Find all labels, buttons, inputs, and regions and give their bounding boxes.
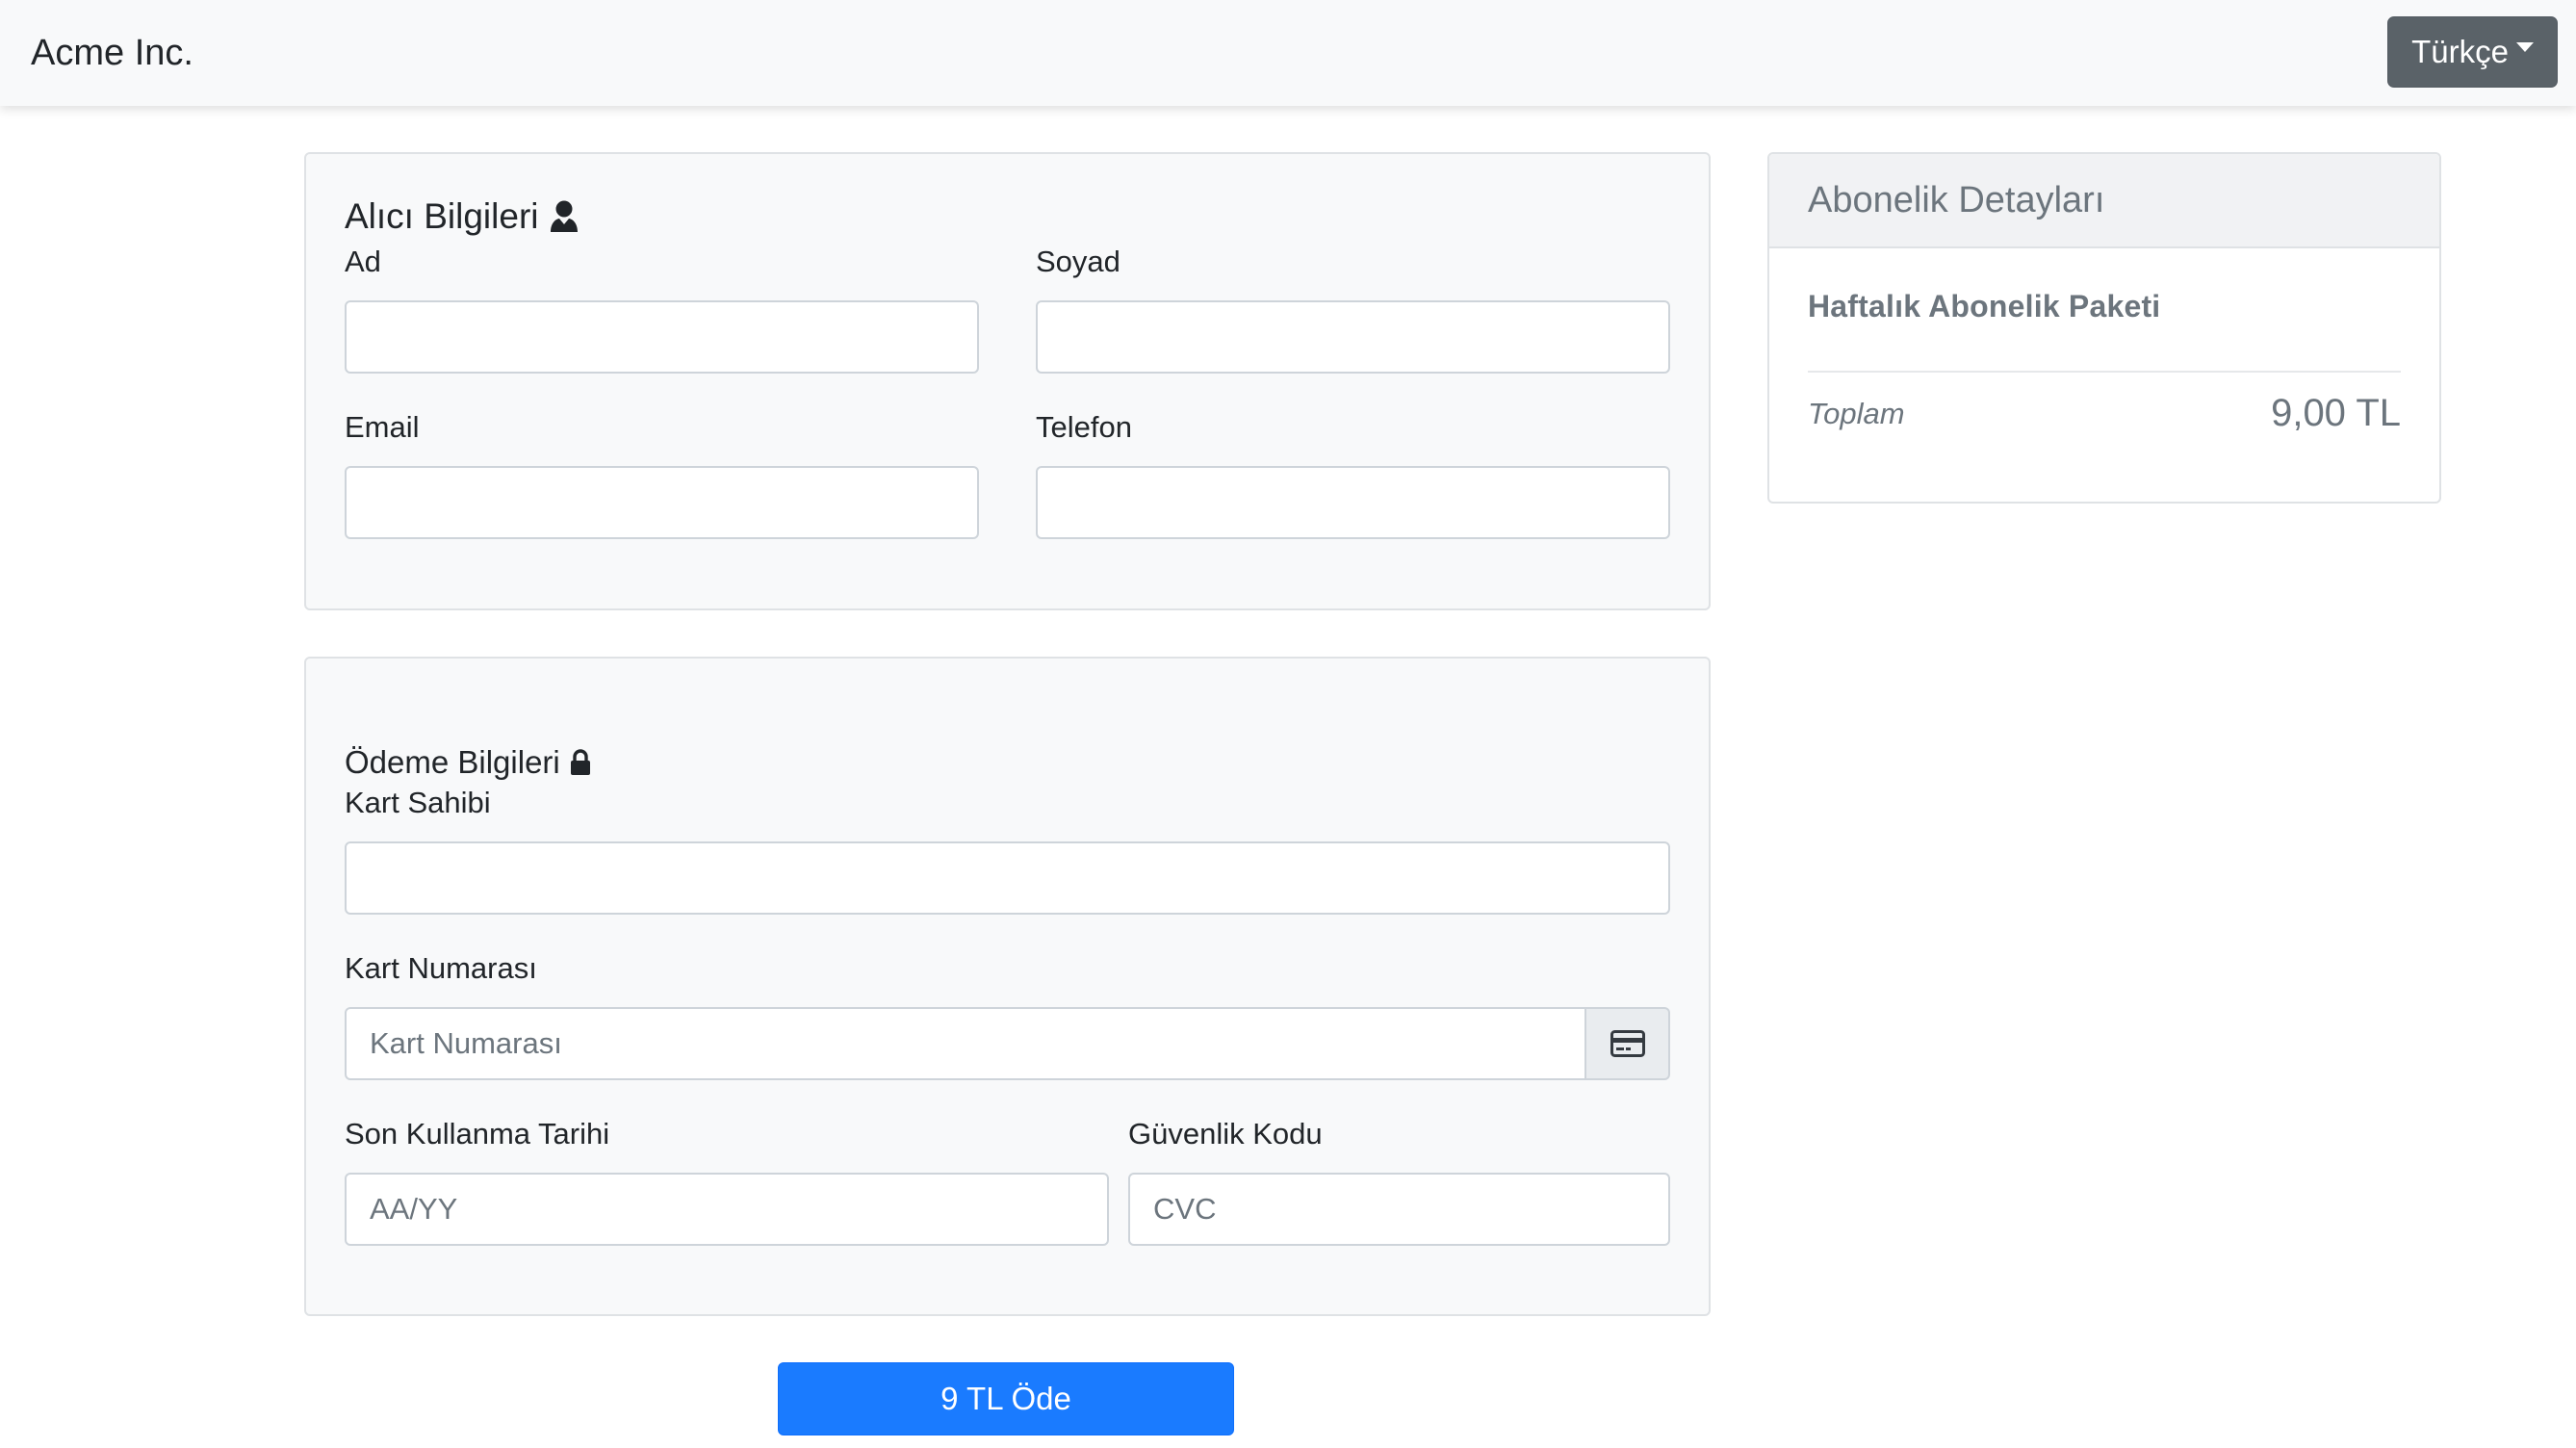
top-navbar: Acme Inc. Türkçe xyxy=(0,0,2576,106)
card-holder-label: Kart Sahibi xyxy=(345,786,491,819)
buyer-info-title: Alıcı Bilgileri xyxy=(345,194,580,239)
payment-info-card: Ödeme Bilgileri Kart Sahibi Kart Numaras… xyxy=(304,657,1711,1316)
phone-label: Telefon xyxy=(1036,410,1132,444)
language-label: Türkçe xyxy=(2411,34,2509,69)
last-name-input[interactable] xyxy=(1036,300,1670,374)
lock-icon xyxy=(570,749,590,775)
summary-title: Abonelik Detayları xyxy=(1808,179,2105,220)
plan-name: Haftalık Abonelik Paketi xyxy=(1808,289,2161,323)
buyer-info-card: Alıcı Bilgileri Ad Soyad Email Telefon xyxy=(304,152,1711,610)
first-name-input[interactable] xyxy=(345,300,979,374)
summary-header: Abonelik Detayları xyxy=(1769,154,2439,248)
brand-logo[interactable]: Acme Inc. xyxy=(31,29,193,77)
last-name-label: Soyad xyxy=(1036,245,1121,278)
first-name-label: Ad xyxy=(345,245,381,278)
card-number-addon xyxy=(1586,1007,1670,1080)
card-number-label: Kart Numarası xyxy=(345,951,537,985)
cvc-label: Güvenlik Kodu xyxy=(1128,1117,1323,1151)
phone-input[interactable] xyxy=(1036,466,1670,539)
total-label: Toplam xyxy=(1808,397,1905,430)
email-label: Email xyxy=(345,410,420,444)
subscription-summary-card: Abonelik Detayları Haftalık Abonelik Pak… xyxy=(1767,152,2441,504)
caret-down-icon xyxy=(2515,42,2534,52)
card-number-input[interactable] xyxy=(345,1007,1586,1080)
email-input[interactable] xyxy=(345,466,979,539)
expiry-input[interactable] xyxy=(345,1173,1109,1246)
pay-button[interactable]: 9 TL Öde xyxy=(778,1362,1234,1435)
language-dropdown-button[interactable]: Türkçe xyxy=(2387,16,2558,88)
summary-divider xyxy=(1808,371,2401,373)
user-icon xyxy=(550,200,578,232)
payment-info-title-text: Ödeme Bilgileri xyxy=(345,744,560,780)
card-holder-input[interactable] xyxy=(345,841,1670,915)
payment-info-title: Ödeme Bilgileri xyxy=(345,740,591,785)
cvc-input[interactable] xyxy=(1128,1173,1670,1246)
credit-card-icon xyxy=(1610,1030,1645,1057)
total-value: 9,00 TL xyxy=(2271,392,2401,434)
expiry-label: Son Kullanma Tarihi xyxy=(345,1117,610,1151)
buyer-info-title-text: Alıcı Bilgileri xyxy=(345,196,539,236)
